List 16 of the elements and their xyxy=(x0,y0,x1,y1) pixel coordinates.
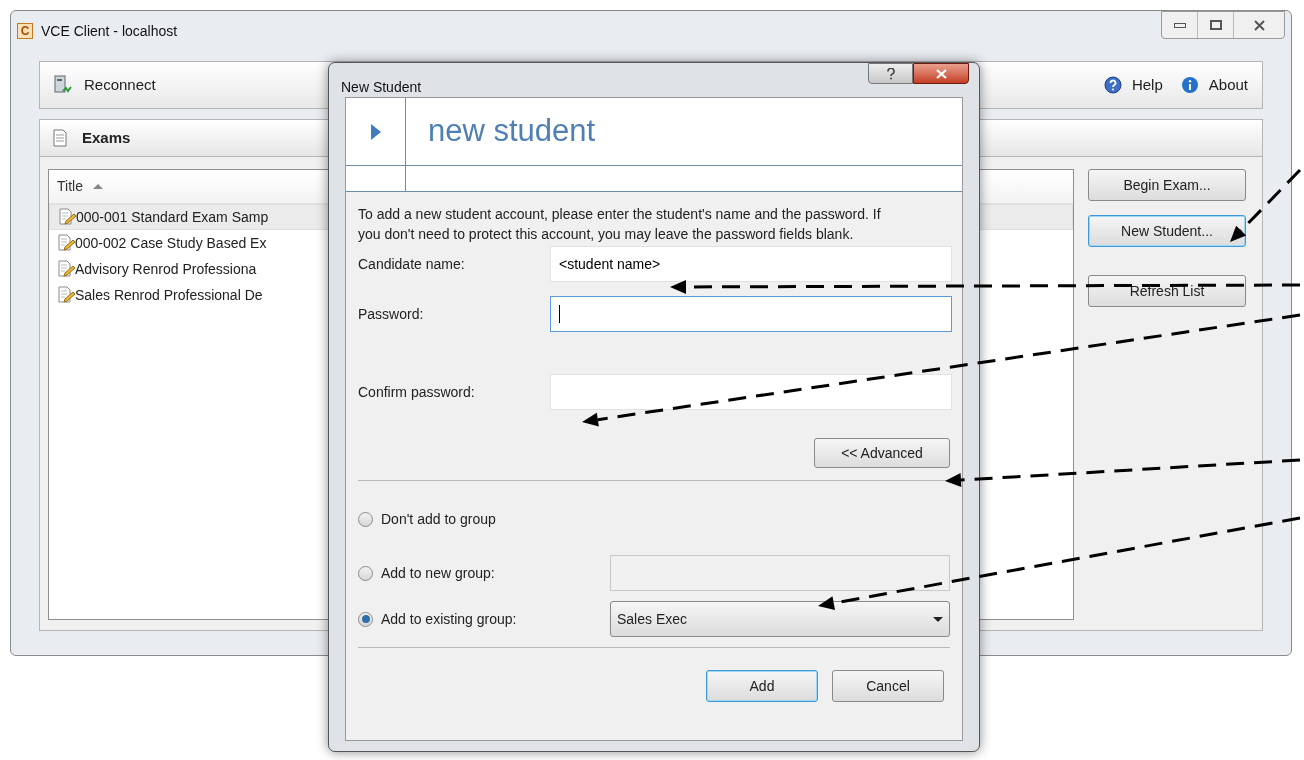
field-label: Confirm password: xyxy=(358,382,476,402)
exam-title: 000-001 Standard Exam Samp xyxy=(76,207,269,227)
app-logo: C xyxy=(17,23,33,39)
section-title: Exams xyxy=(82,127,131,148)
exam-title: Sales Renrod Professional De xyxy=(75,285,263,305)
radio-label: Add to existing group: xyxy=(381,609,517,629)
field-label: Candidate name: xyxy=(358,254,466,274)
intro-text: To add a new student account, please enter the student's name and the password. If you don't need to protect this account, you may leave the password fields blank. xyxy=(358,205,882,244)
radio-label: Add to new group: xyxy=(381,563,495,583)
window-title: VCE Client - localhost xyxy=(41,21,178,41)
dialog-title: New Student xyxy=(341,78,422,97)
exam-title: Advisory Renrod Professiona xyxy=(75,259,257,279)
banner-title: new student xyxy=(427,112,596,151)
exam-title: 000-002 Case Study Based Ex xyxy=(75,233,267,253)
radio-label: Don't add to group xyxy=(381,509,496,529)
field-label: Password: xyxy=(358,304,425,324)
